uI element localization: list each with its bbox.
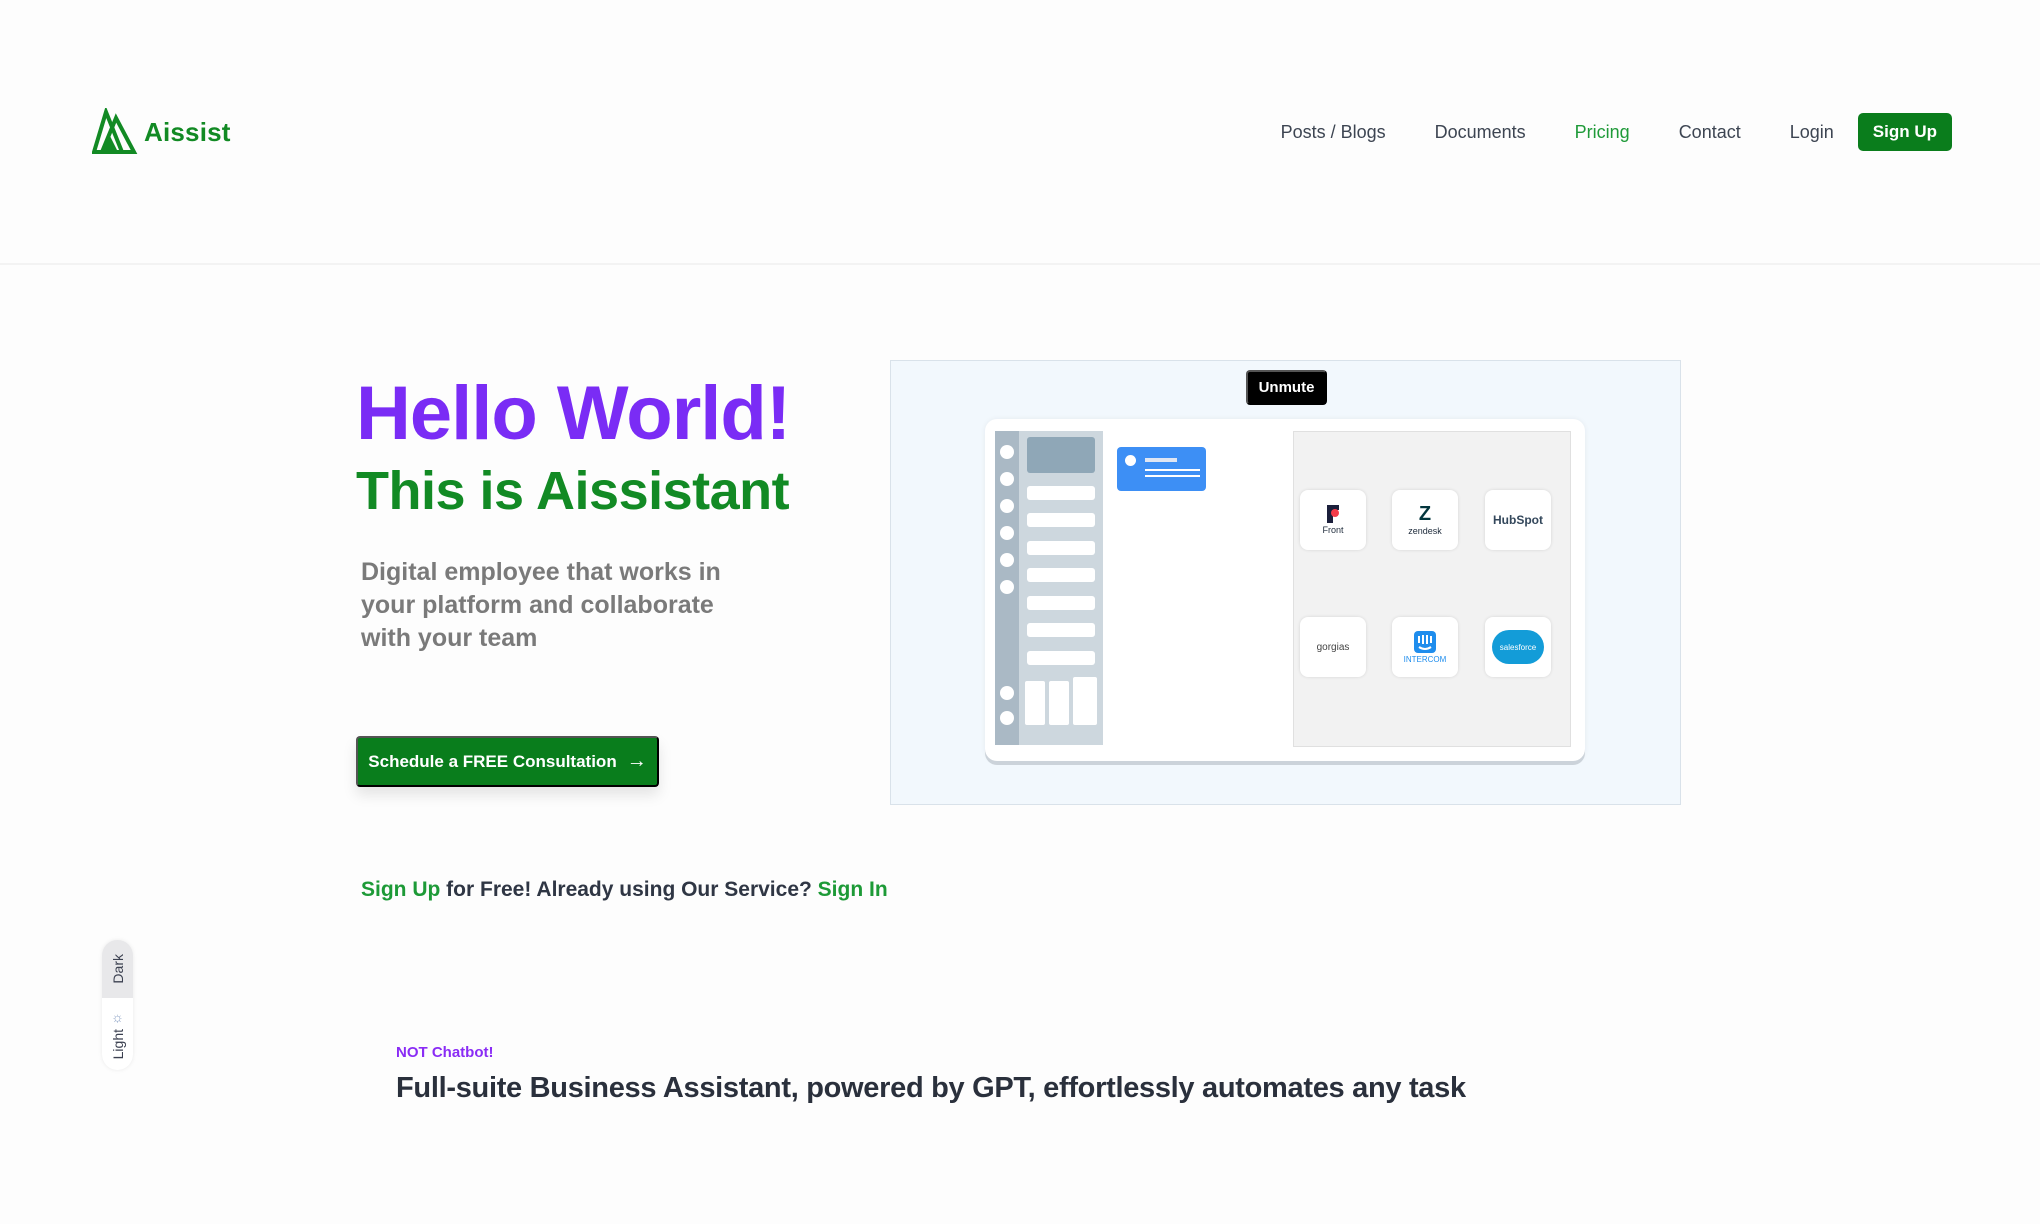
rail-dot	[1000, 711, 1014, 725]
schedule-consultation-button[interactable]: Schedule a FREE Consultation →	[356, 736, 659, 787]
main-nav: Posts / Blogs Documents Pricing Contact …	[1232, 113, 1952, 151]
hero-title: Hello World!	[356, 371, 791, 456]
list-row	[1027, 651, 1095, 665]
nav-documents[interactable]: Documents	[1435, 122, 1526, 143]
front-logo-icon: Front	[1300, 490, 1366, 550]
signup-link[interactable]: Sign Up	[361, 878, 440, 901]
list-row	[1027, 513, 1095, 527]
arrow-right-icon: →	[626, 750, 647, 772]
hubspot-logo-icon: HubSpot	[1485, 490, 1551, 550]
brand-name: Aissist	[144, 116, 231, 147]
signup-button[interactable]: Sign Up	[1857, 113, 1952, 151]
theme-light-option[interactable]: ☼ Light	[102, 998, 133, 1070]
rail-dot	[1000, 499, 1014, 513]
illustration-rail	[995, 431, 1019, 745]
feature-eyebrow: NOT Chatbot!	[396, 1044, 494, 1061]
intercom-logo-icon: INTERCOM	[1392, 617, 1458, 677]
sun-icon: ☼	[111, 1008, 124, 1025]
nav-login[interactable]: Login	[1790, 122, 1834, 143]
list-row	[1027, 541, 1095, 555]
hero-description: Digital employee that works in your plat…	[361, 558, 721, 652]
list-row	[1027, 596, 1095, 610]
integrations-grid: Front Z zendesk HubSpot gorgias INTERCOM…	[1293, 431, 1571, 747]
list-box	[1049, 681, 1069, 725]
theme-dark-label: Dark	[109, 954, 126, 984]
unmute-button[interactable]: Unmute	[1246, 370, 1327, 405]
rail-dot	[1000, 686, 1014, 700]
signup-prompt: Sign Up for Free! Already using Our Serv…	[361, 878, 888, 902]
zendesk-logo-icon: Z zendesk	[1392, 490, 1458, 550]
theme-toggle[interactable]: Dark ☼ Light	[102, 940, 133, 1070]
demo-video[interactable]: Unmute Front Z zendesk HubSpot gorgias I…	[890, 360, 1681, 805]
nav-pricing[interactable]: Pricing	[1575, 122, 1630, 143]
list-row	[1027, 623, 1095, 637]
signin-link[interactable]: Sign In	[818, 878, 888, 901]
list-header-block	[1027, 437, 1095, 473]
list-box	[1073, 677, 1097, 725]
nav-contact[interactable]: Contact	[1679, 122, 1741, 143]
rail-dot	[1000, 553, 1014, 567]
list-row	[1027, 486, 1095, 500]
gorgias-logo-icon: gorgias	[1300, 617, 1366, 677]
feature-title: Full-suite Business Assistant, powered b…	[396, 1072, 1466, 1104]
hero-subtitle: This is Aissistant	[356, 461, 790, 521]
aissist-logo-icon	[92, 108, 138, 154]
rail-dot	[1000, 526, 1014, 540]
demo-app-illustration: Front Z zendesk HubSpot gorgias INTERCOM…	[985, 419, 1585, 761]
list-row	[1027, 568, 1095, 582]
theme-light-label: Light	[109, 1028, 126, 1060]
rail-dot	[1000, 445, 1014, 459]
illustration-list	[1019, 431, 1103, 745]
theme-dark-option[interactable]: Dark	[102, 940, 133, 998]
site-header: Aissist Posts / Blogs Documents Pricing …	[0, 0, 2040, 265]
cta-label: Schedule a FREE Consultation	[368, 751, 617, 771]
salesforce-logo-icon: salesforce	[1485, 617, 1551, 677]
nav-posts-blogs[interactable]: Posts / Blogs	[1281, 122, 1386, 143]
chat-message-bubble	[1117, 447, 1206, 491]
rail-dot	[1000, 472, 1014, 486]
signup-prompt-text: for Free! Already using Our Service?	[440, 878, 818, 901]
brand-logo[interactable]: Aissist	[92, 108, 231, 156]
list-box	[1025, 681, 1045, 725]
rail-dot	[1000, 580, 1014, 594]
